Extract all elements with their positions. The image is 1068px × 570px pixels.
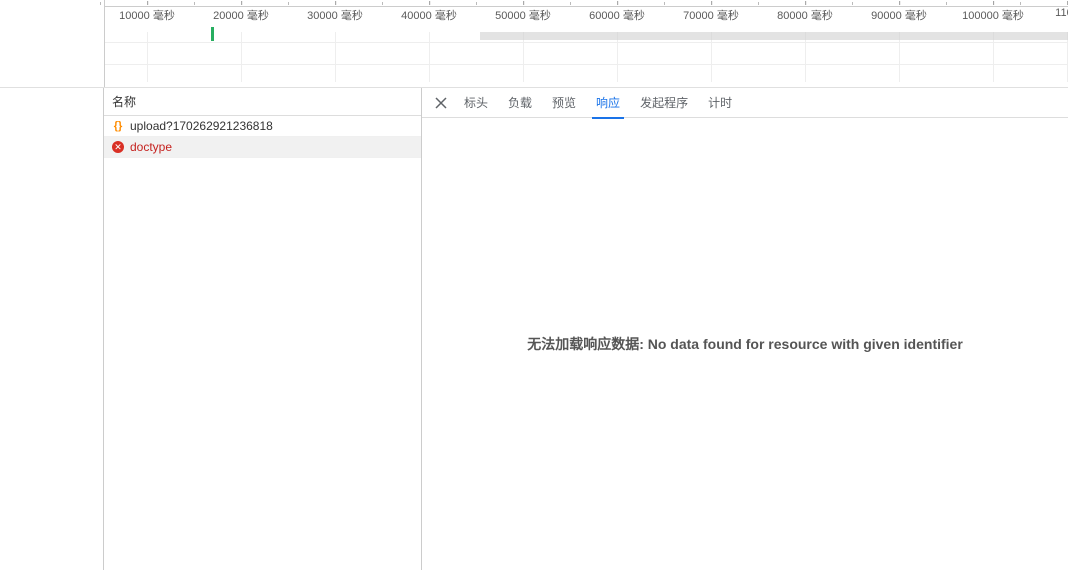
timeline-tick: 40000 毫秒	[401, 7, 457, 23]
tab-preview[interactable]: 预览	[542, 88, 586, 118]
timeline-minor-tick	[382, 2, 383, 5]
timeline-tick: 30000 毫秒	[307, 7, 363, 23]
timeline-tick: 20000 毫秒	[213, 7, 269, 23]
timeline-tick: 60000 毫秒	[589, 7, 645, 23]
timeline-tick: 90000 毫秒	[871, 7, 927, 23]
timeline-minor-tick	[570, 2, 571, 5]
timeline-tick: 80000 毫秒	[777, 7, 833, 23]
close-icon	[435, 97, 447, 109]
request-detail-panel: 标头负载预览响应发起程序计时 无法加载响应数据: No data found f…	[422, 88, 1068, 570]
track-column-divider	[147, 32, 148, 82]
request-name: doctype	[130, 140, 172, 154]
timeline-minor-tick	[758, 2, 759, 5]
error-icon: ✕	[112, 141, 124, 153]
request-list-header: 名称	[104, 88, 421, 116]
detail-body: 无法加载响应数据: No data found for resource wit…	[422, 118, 1068, 570]
close-detail-button[interactable]	[428, 90, 454, 116]
track-column-divider	[241, 32, 242, 82]
timeline-tick: 10000 毫秒	[119, 7, 175, 23]
track-column-divider	[429, 32, 430, 82]
track-column-divider	[335, 32, 336, 82]
tab-response[interactable]: 响应	[586, 88, 630, 118]
timeline-tick: 1100	[1055, 7, 1068, 19]
track-separator	[105, 42, 1068, 43]
timeline-minor-tick	[100, 2, 101, 5]
track-separator	[105, 64, 1068, 65]
timeline-selection-range[interactable]	[480, 32, 1068, 40]
tab-headers[interactable]: 标头	[454, 88, 498, 118]
timeline-minor-tick	[946, 2, 947, 5]
timeline-minor-tick	[194, 2, 195, 5]
empty-response-message: 无法加载响应数据: No data found for resource wit…	[527, 334, 963, 354]
network-timeline-area: 10000 毫秒 20000 毫秒 30000 毫秒 40000 毫秒 50000 毫秒…	[0, 0, 1068, 88]
script-icon: {}	[112, 120, 124, 132]
timeline-minor-tick	[288, 2, 289, 5]
timeline-track[interactable]	[105, 32, 1068, 82]
left-gutter	[0, 88, 104, 570]
timeline-minor-tick	[664, 2, 665, 5]
timeline-tick: 50000 毫秒	[495, 7, 551, 23]
detail-tabs: 标头负载预览响应发起程序计时	[422, 88, 1068, 118]
request-name: upload?170262921236818	[130, 119, 273, 133]
tab-initiator[interactable]: 发起程序	[630, 88, 698, 118]
timeline-ruler[interactable]: 10000 毫秒 20000 毫秒 30000 毫秒 40000 毫秒 50000 毫秒…	[105, 6, 1068, 41]
tab-payload[interactable]: 负载	[498, 88, 542, 118]
timeline-tick: 70000 毫秒	[683, 7, 739, 23]
timeline-minor-tick	[476, 2, 477, 5]
tab-timing[interactable]: 计时	[698, 88, 742, 118]
request-list: {} upload?170262921236818 ✕ doctype	[104, 116, 421, 570]
timeline-tick: 100000 毫秒	[962, 7, 1024, 23]
timeline-minor-tick	[852, 2, 853, 5]
request-row[interactable]: ✕ doctype	[104, 137, 421, 158]
timeline-minor-tick	[1020, 2, 1021, 5]
request-row[interactable]: {} upload?170262921236818	[104, 116, 421, 137]
request-list-panel: 名称 {} upload?170262921236818 ✕ doctype	[104, 88, 422, 570]
